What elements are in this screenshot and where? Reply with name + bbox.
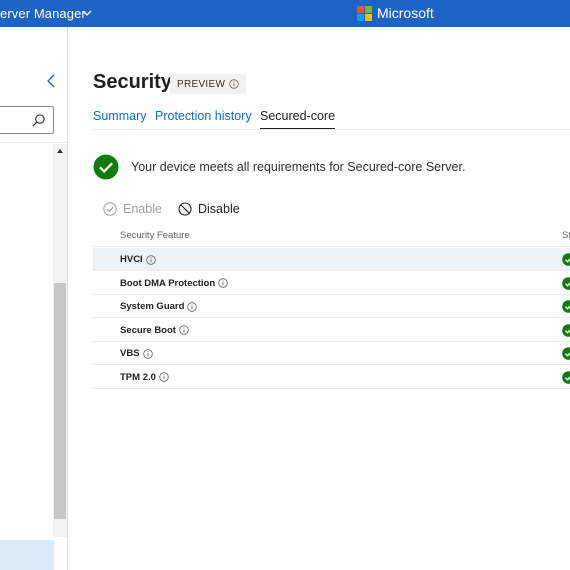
chevron-down-icon[interactable] [81, 7, 93, 19]
feature-name: HVCI [120, 254, 156, 265]
tabs-divider [93, 129, 570, 130]
feature-name: System Guard [120, 301, 198, 312]
tab-summary[interactable]: Summary [93, 109, 146, 123]
scroll-up-icon[interactable] [56, 147, 64, 155]
checkmark-circle-icon [103, 202, 117, 216]
success-check-icon [93, 154, 119, 180]
info-icon[interactable] [146, 254, 156, 265]
preview-badge-label: PREVIEW [177, 78, 226, 90]
scrollbar-thumb[interactable] [54, 283, 66, 519]
table-row[interactable]: TPM 2.0 [93, 366, 570, 389]
status-check-icon [562, 347, 570, 360]
search-icon[interactable] [31, 113, 46, 128]
feature-name: Secure Boot [120, 325, 189, 336]
brand-name: Microsoft [377, 5, 434, 21]
status-check-icon [562, 253, 570, 266]
status-check-icon [562, 276, 570, 290]
status-check-icon [562, 370, 570, 384]
status-check-icon [562, 323, 570, 337]
disable-button[interactable]: Disable [178, 202, 240, 216]
tools-sidebar [0, 27, 68, 570]
column-header-feature[interactable]: Security Feature [120, 230, 190, 241]
table-row[interactable]: Boot DMA Protection [93, 272, 570, 295]
disable-button-label: Disable [198, 202, 240, 216]
status-message-text: Your device meets all requirements for S… [131, 160, 466, 174]
page-title: Security [93, 71, 172, 93]
info-icon[interactable] [142, 348, 153, 359]
tools-search-box[interactable] [0, 106, 54, 134]
table-row[interactable]: VBS [93, 342, 570, 365]
tools-search-input[interactable] [0, 107, 30, 133]
status-check-icon [562, 300, 570, 313]
info-icon[interactable] [159, 372, 169, 382]
feature-label: Secure Boot [120, 324, 176, 336]
sidebar-divider [0, 142, 67, 143]
feature-label: TPM 2.0 [120, 371, 156, 383]
info-icon[interactable] [229, 79, 239, 89]
tab-protection-history[interactable]: Protection history [155, 109, 252, 123]
tab-secured-core[interactable]: Secured-core [260, 109, 336, 130]
table-row[interactable]: Secure Boot [93, 319, 570, 342]
feature-name: Boot DMA Protection [120, 278, 228, 289]
enable-button-label: Enable [123, 202, 162, 216]
feature-label: VBS [120, 348, 140, 359]
chevron-left-icon[interactable] [44, 73, 58, 89]
feature-name: VBS [120, 348, 153, 359]
main-content: Security PREVIEW Summary Protection hist… [69, 27, 570, 570]
microsoft-logo-icon [357, 6, 372, 21]
table-row[interactable]: System Guard [93, 295, 570, 318]
top-bar: erver Manager Microsoft [0, 0, 570, 27]
sidebar-item-selected[interactable] [0, 540, 54, 570]
feature-label: HVCI [120, 254, 143, 265]
table-row[interactable]: HVCI [93, 248, 570, 271]
feature-name: TPM 2.0 [120, 372, 169, 383]
block-icon [178, 202, 192, 216]
preview-badge: PREVIEW [170, 74, 247, 94]
enable-button[interactable]: Enable [103, 202, 162, 216]
info-icon[interactable] [218, 278, 228, 288]
info-icon[interactable] [179, 325, 189, 335]
info-icon[interactable] [187, 301, 198, 312]
feature-label: Boot DMA Protection [120, 277, 216, 289]
column-header-status[interactable]: St [562, 230, 570, 241]
sidebar-scrollbar[interactable] [53, 144, 67, 537]
table-header: Security Feature St [93, 227, 570, 247]
feature-label: System Guard [120, 301, 185, 312]
app-title[interactable]: erver Manager [0, 6, 86, 21]
